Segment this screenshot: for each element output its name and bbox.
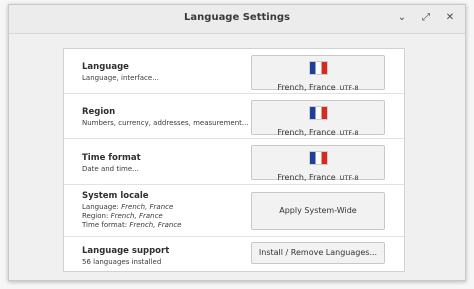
- system-locale-label: System locale: [82, 191, 149, 201]
- locale-region-value: French, France: [110, 212, 163, 220]
- region-button[interactable]: French, France UTF-8: [251, 100, 385, 137]
- title-bar[interactable]: Language Settings ⌄ ⤢ ✕: [9, 5, 465, 34]
- time-format-value: French, France: [277, 173, 336, 182]
- france-flag-icon: [308, 106, 328, 120]
- minimize-icon[interactable]: ⌄: [395, 11, 409, 25]
- close-icon[interactable]: ✕: [443, 11, 457, 25]
- language-value: French, France: [277, 83, 336, 92]
- system-locale-language: Language: French, France: [82, 203, 173, 212]
- locale-region-key: Region:: [82, 212, 109, 220]
- locale-time-format-key: Time format:: [82, 221, 128, 229]
- system-locale-row: System locale Language: French, France R…: [64, 185, 404, 237]
- time-format-button[interactable]: French, France UTF-8: [251, 145, 385, 182]
- region-value: French, France: [277, 128, 336, 137]
- time-format-label: Time format: [82, 153, 141, 163]
- language-subtitle: Language, interface...: [82, 74, 159, 82]
- apply-system-wide-button[interactable]: Apply System-Wide: [251, 192, 385, 230]
- language-support-row: Language support 56 languages installed …: [64, 237, 404, 271]
- region-label: Region: [82, 107, 116, 117]
- language-support-label: Language support: [82, 246, 170, 256]
- system-locale-time-format: Time format: French, France: [82, 221, 181, 230]
- time-format-encoding: UTF-8: [339, 174, 359, 182]
- region-row: Region Numbers, currency, addresses, mea…: [64, 94, 404, 139]
- locale-time-format-value: French, France: [129, 221, 182, 229]
- france-flag-icon: [308, 151, 328, 165]
- language-support-subtitle: 56 languages installed: [82, 258, 162, 266]
- language-row: Language Language, interface... French, …: [64, 49, 404, 94]
- time-format-row: Time format Date and time... French, Fra…: [64, 139, 404, 185]
- system-locale-region: Region: French, France: [82, 212, 163, 221]
- language-settings-window: Language Settings ⌄ ⤢ ✕ Language Languag…: [8, 4, 466, 281]
- locale-language-key: Language:: [82, 203, 119, 211]
- language-encoding: UTF-8: [339, 84, 359, 92]
- locale-language-value: French, France: [121, 203, 174, 211]
- region-encoding: UTF-8: [339, 129, 359, 137]
- region-subtitle: Numbers, currency, addresses, measuremen…: [82, 119, 249, 127]
- language-label: Language: [82, 62, 129, 72]
- maximize-icon[interactable]: ⤢: [419, 11, 433, 25]
- time-format-subtitle: Date and time...: [82, 165, 139, 173]
- language-button[interactable]: French, France UTF-8: [251, 55, 385, 92]
- settings-panel: Language Language, interface... French, …: [63, 48, 405, 272]
- france-flag-icon: [308, 61, 328, 75]
- install-remove-languages-button[interactable]: Install / Remove Languages...: [251, 242, 385, 264]
